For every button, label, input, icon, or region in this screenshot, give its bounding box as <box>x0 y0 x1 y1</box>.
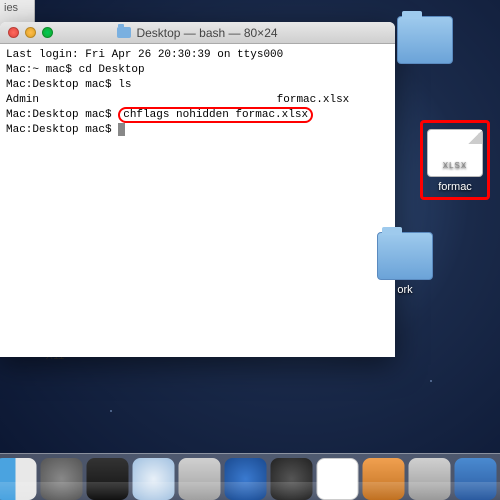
terminal-output: formac.xlsx <box>277 94 350 106</box>
desktop-folder[interactable] <box>390 16 460 68</box>
terminal-title: Desktop — bash — 80×24 <box>0 26 395 40</box>
file-icon: XLSX <box>427 129 483 177</box>
bg-star <box>110 410 112 412</box>
terminal-command: cd Desktop <box>79 64 145 76</box>
terminal-command-highlighted: chflags nohidden formac.xlsx <box>118 107 313 123</box>
bg-star <box>430 380 432 382</box>
desktop-file-formac[interactable]: XLSX formac <box>420 120 490 200</box>
terminal-titlebar[interactable]: Desktop — bash — 80×24 <box>0 22 395 44</box>
terminal-command: ls <box>118 79 131 91</box>
background-window-title: ies <box>0 0 34 16</box>
terminal-line: Last login: Fri Apr 26 20:30:39 on ttys0… <box>6 49 283 61</box>
folder-icon <box>377 232 433 280</box>
terminal-prompt: Mac:Desktop mac$ <box>6 109 118 121</box>
terminal-prompt: Mac:~ mac$ <box>6 64 79 76</box>
terminal-window[interactable]: Desktop — bash — 80×24 Last login: Fri A… <box>0 22 395 357</box>
desktop-folder-partial[interactable]: ork <box>370 232 440 296</box>
dock-reflection <box>0 482 500 500</box>
folder-icon <box>117 27 131 38</box>
terminal-body[interactable]: Last login: Fri Apr 26 20:30:39 on ttys0… <box>0 44 395 142</box>
dock <box>0 453 500 500</box>
terminal-prompt: Mac:Desktop mac$ <box>6 124 118 136</box>
folder-icon <box>397 16 453 64</box>
cursor <box>118 123 125 136</box>
terminal-prompt: Mac:Desktop mac$ <box>6 79 118 91</box>
folder-label: ork <box>370 284 440 296</box>
file-extension-badge: XLSX <box>428 161 482 170</box>
file-label: formac <box>425 181 485 193</box>
terminal-title-text: Desktop — bash — 80×24 <box>136 26 277 40</box>
terminal-output: Admin <box>6 94 39 106</box>
